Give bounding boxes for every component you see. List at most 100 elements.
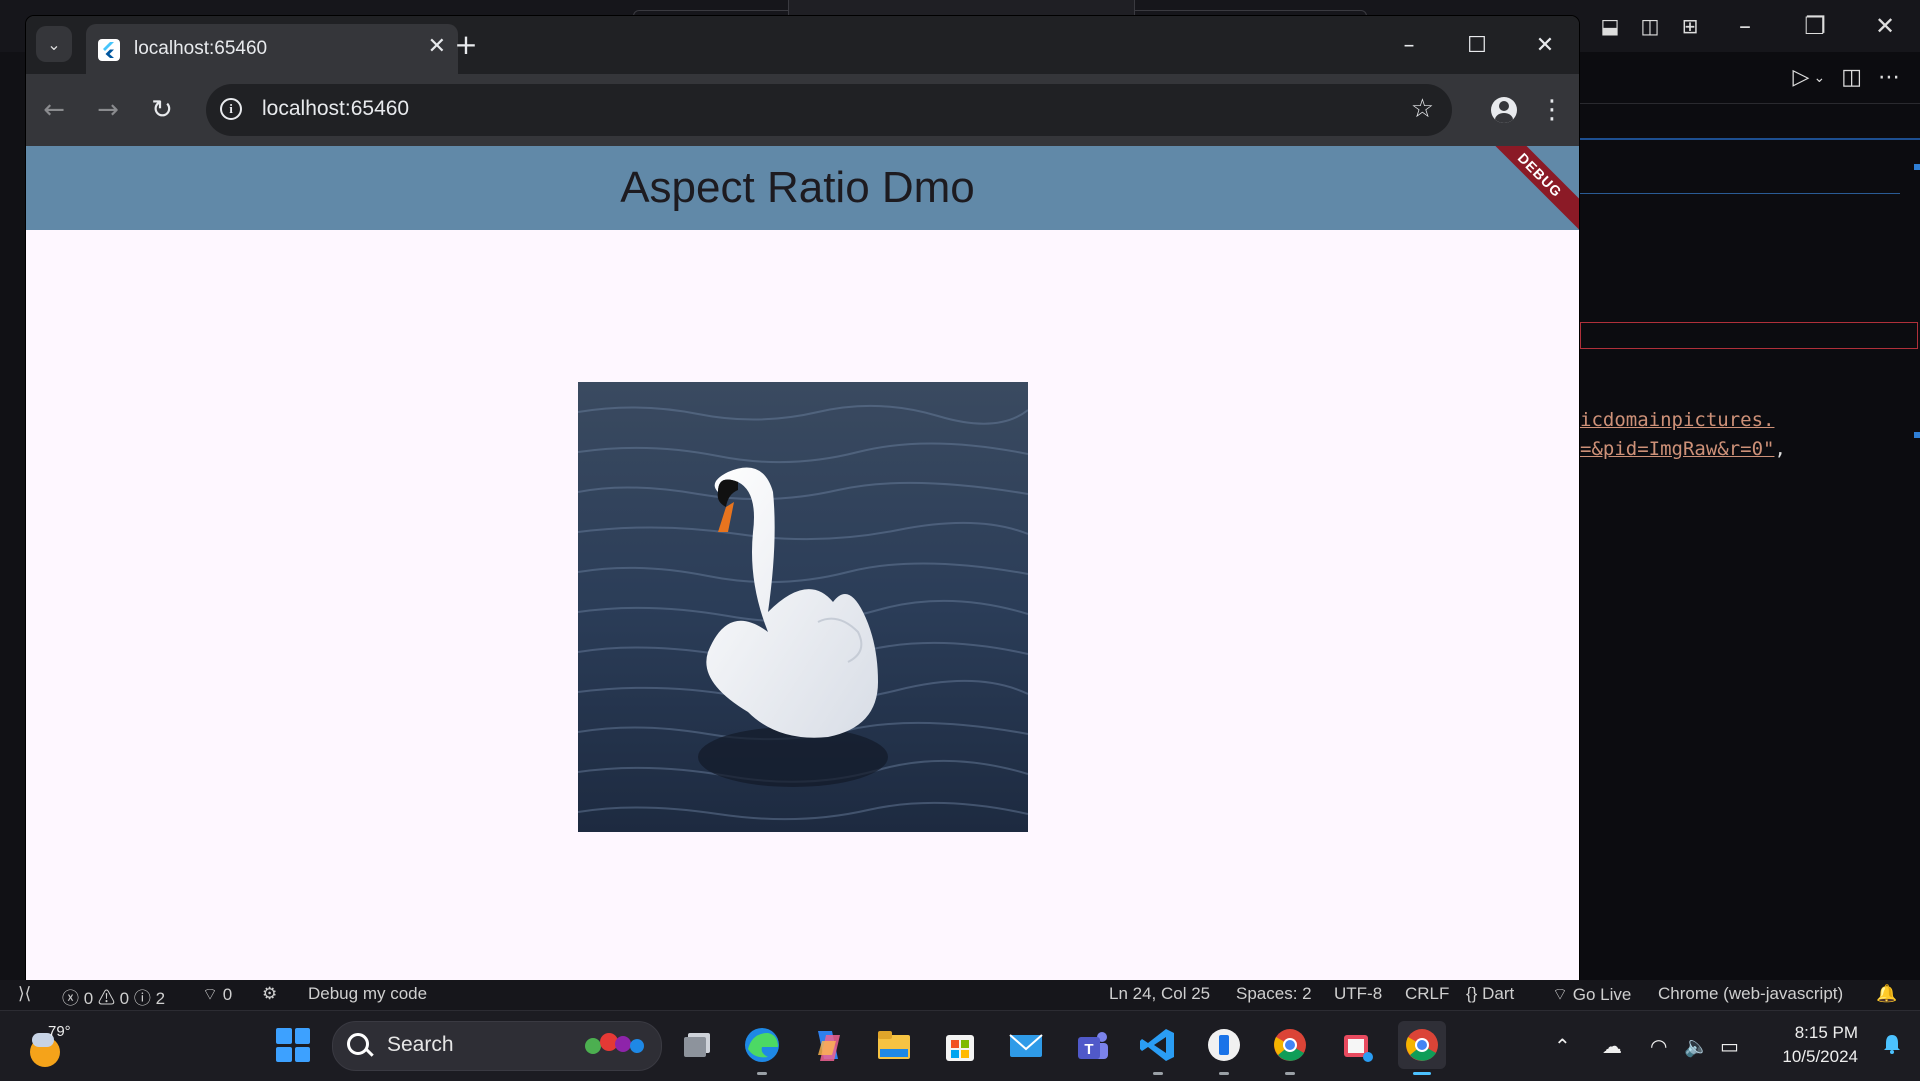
- date: 10/5/2024: [1782, 1047, 1858, 1066]
- running-indicator: [1153, 1072, 1163, 1075]
- close-window-button[interactable]: ✕: [1511, 16, 1579, 74]
- flutter-icon: [98, 39, 120, 61]
- split-editor-icon[interactable]: ◫: [1841, 65, 1862, 90]
- microsoft-store-icon[interactable]: [936, 1021, 984, 1069]
- more-actions-icon[interactable]: ⋯: [1878, 65, 1900, 90]
- temperature: 79°: [48, 1023, 71, 1040]
- notification-bell-icon[interactable]: [1882, 1033, 1902, 1055]
- volume-icon[interactable]: 🔈: [1684, 1011, 1709, 1081]
- vscode-restore-button[interactable]: ❐: [1780, 0, 1850, 52]
- debug-status[interactable]: Debug my code: [308, 984, 427, 1004]
- editor-divider: [1580, 138, 1920, 140]
- chrome-menu-icon[interactable]: ⋮: [1534, 88, 1570, 132]
- running-indicator: [757, 1072, 767, 1075]
- page-viewport: Aspect Ratio Dmo DEBUG: [26, 146, 1579, 980]
- minimize-button[interactable]: –: [1375, 16, 1443, 74]
- site-info-icon[interactable]: i: [220, 98, 242, 120]
- weather-widget[interactable]: 79°: [26, 1023, 71, 1067]
- svg-text:T: T: [1084, 1041, 1093, 1058]
- start-button[interactable]: [276, 1028, 310, 1062]
- toggle-panel-icon[interactable]: ⬓: [1590, 0, 1630, 52]
- scrollbar-marker: [1914, 164, 1920, 170]
- back-button[interactable]: ←: [36, 92, 72, 128]
- snipping-tool-icon[interactable]: [1332, 1021, 1380, 1069]
- vscode-title-actions: ▯ ⬓ ◫ ⊞ – ❐ ✕: [1550, 0, 1920, 52]
- url-text[interactable]: localhost:65460: [262, 97, 409, 121]
- onedrive-icon[interactable]: ☁: [1602, 1011, 1622, 1081]
- broadcast-icon: ⌔: [202, 985, 218, 1004]
- app-icon[interactable]: [1200, 1021, 1248, 1075]
- vscode-minimize-button[interactable]: –: [1710, 0, 1780, 52]
- vscode-close-button[interactable]: ✕: [1850, 0, 1920, 52]
- code-line: =&pid=ImgRaw&r=0",: [1580, 438, 1786, 460]
- customize-layout-icon[interactable]: ⊞: [1670, 0, 1710, 52]
- scrollbar-marker: [1914, 432, 1920, 438]
- swan-image: [578, 382, 1028, 832]
- broadcast-icon: ⌔: [1552, 985, 1568, 1004]
- app-bar: Aspect Ratio Dmo: [26, 146, 1579, 230]
- line-endings[interactable]: CRLF: [1405, 984, 1449, 1004]
- taskbar-search[interactable]: Search: [332, 1021, 662, 1071]
- mail-icon[interactable]: [1002, 1021, 1050, 1069]
- highlighted-line: [1580, 322, 1918, 349]
- ports-indicator[interactable]: ⌔ 0: [202, 984, 232, 1005]
- avatar-icon: [1491, 97, 1517, 123]
- tab-strip: ⌄ localhost:65460 ✕ + – ☐ ✕: [26, 16, 1579, 74]
- notifications-icon[interactable]: 🔔: [1876, 984, 1897, 1004]
- braces-icon: {}: [1466, 984, 1478, 1003]
- battery-icon[interactable]: ▭: [1720, 1011, 1739, 1081]
- window-controls: – ☐ ✕: [1375, 16, 1579, 74]
- copilot-icon[interactable]: [804, 1021, 852, 1069]
- active-indicator: [1413, 1072, 1431, 1075]
- tab-title: localhost:65460: [134, 38, 268, 59]
- remote-icon[interactable]: ⟩⟨: [18, 984, 31, 1004]
- browser-tab[interactable]: localhost:65460 ✕: [86, 24, 458, 74]
- editor-toolbar: ▷ ⌄ ◫ ⋯: [1580, 52, 1920, 104]
- info-icon: ⓘ: [133, 989, 151, 1008]
- toggle-secondary-sidebar-icon[interactable]: ◫: [1630, 0, 1670, 52]
- maximize-button[interactable]: ☐: [1443, 16, 1511, 74]
- running-indicator: [1219, 1072, 1229, 1075]
- problems-indicator[interactable]: ⓧ 0 ⚠ 0 ⓘ 2: [62, 984, 165, 1009]
- search-icon: [347, 1033, 369, 1055]
- show-hidden-icons[interactable]: ⌃: [1554, 1011, 1571, 1081]
- task-view-icon[interactable]: [674, 1021, 722, 1069]
- forward-button[interactable]: →: [90, 92, 126, 128]
- chevron-down-icon[interactable]: ⌄: [1813, 70, 1825, 86]
- reload-button[interactable]: ↻: [144, 92, 180, 128]
- file-explorer-icon[interactable]: [870, 1021, 918, 1069]
- new-tab-button[interactable]: +: [450, 28, 482, 61]
- device-selector[interactable]: Chrome (web-javascript): [1658, 984, 1843, 1004]
- close-tab-icon[interactable]: ✕: [428, 34, 446, 59]
- warning-icon: ⚠: [97, 989, 115, 1008]
- chrome-active-icon[interactable]: [1398, 1021, 1446, 1075]
- activity-bar: [0, 52, 26, 982]
- bookmark-star-icon[interactable]: ☆: [1411, 94, 1434, 124]
- chevron-down-icon: ⌄: [47, 34, 61, 54]
- run-icon[interactable]: ▷: [1793, 65, 1810, 90]
- editor-divider: [1580, 193, 1900, 194]
- error-icon: ⓧ: [62, 989, 79, 1008]
- edge-icon[interactable]: [738, 1021, 786, 1075]
- search-highlight-icon: [585, 1033, 644, 1054]
- teams-icon[interactable]: T: [1068, 1021, 1116, 1069]
- encoding[interactable]: UTF-8: [1334, 984, 1382, 1004]
- tab-search-button[interactable]: ⌄: [36, 26, 72, 62]
- vscode-icon[interactable]: [1134, 1021, 1182, 1075]
- go-live-button[interactable]: ⌔ Go Live: [1552, 984, 1631, 1005]
- running-indicator: [1285, 1072, 1295, 1075]
- search-placeholder: Search: [387, 1033, 454, 1056]
- chrome-icon[interactable]: [1266, 1021, 1314, 1075]
- language-mode[interactable]: {} Dart: [1466, 984, 1514, 1004]
- status-bar: ⟩⟨ ⓧ 0 ⚠ 0 ⓘ 2 ⌔ 0 ⚙ Debug my code Ln 24…: [0, 980, 1920, 1010]
- indentation[interactable]: Spaces: 2: [1236, 984, 1312, 1004]
- browser-toolbar: ← → ↻ i localhost:65460 ☆ ⋮: [26, 74, 1579, 146]
- clock[interactable]: 8:15 PM 10/5/2024: [1782, 1021, 1858, 1069]
- wifi-icon[interactable]: ◠: [1650, 1011, 1667, 1081]
- chrome-window: ⌄ localhost:65460 ✕ + – ☐ ✕ ← → ↻ i loca…: [26, 16, 1579, 980]
- address-bar[interactable]: i localhost:65460 ☆: [206, 84, 1452, 136]
- taskbar: 79° Search T ⌃ ☁ ◠ 🔈 ▭ 8:15 PM 10/5/2024: [0, 1010, 1920, 1081]
- cursor-position[interactable]: Ln 24, Col 25: [1109, 984, 1210, 1004]
- profile-button[interactable]: [1482, 88, 1526, 132]
- debug-icon[interactable]: ⚙: [262, 984, 277, 1004]
